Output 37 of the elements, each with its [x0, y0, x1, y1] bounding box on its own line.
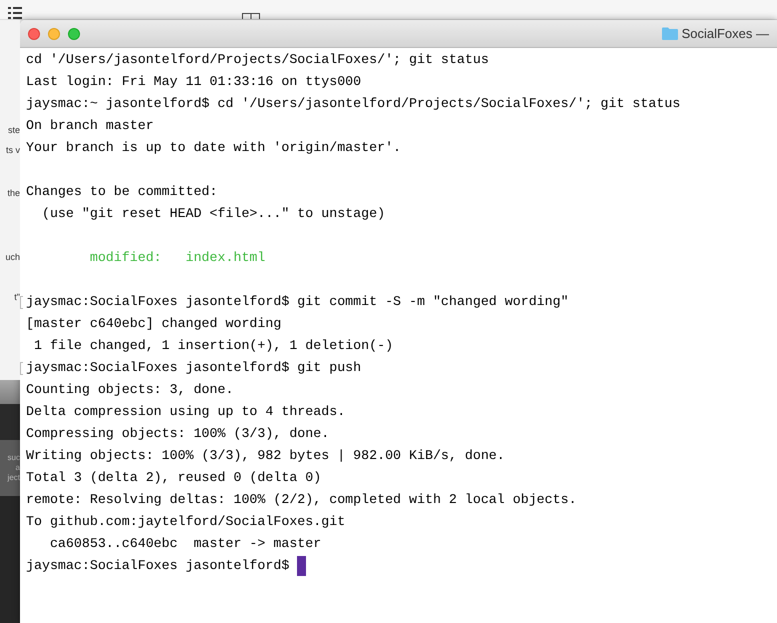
terminal-line: jaysmac:SocialFoxes jasontelford$ git push: [26, 360, 362, 375]
background-text: the: [7, 189, 20, 198]
close-button[interactable]: [28, 28, 40, 40]
terminal-line: Writing objects: 100% (3/3), 982 bytes | 982.00 KiB/s, done.: [26, 448, 505, 463]
window-title: SocialFoxes —: [682, 24, 769, 43]
terminal-prompt: jaysmac:SocialFoxes jasontelford$: [26, 557, 290, 575]
background-text: t": [14, 293, 20, 302]
terminal-line: 1 file changed, 1 insertion(+), 1 deletion(-): [32, 338, 394, 353]
folder-icon: [662, 27, 678, 40]
terminal-line: [master c640ebc] changed wording: [26, 316, 282, 331]
terminal-line: cd '/Users/jasontelford/Projects/SocialFoxes/'; git status: [26, 52, 489, 67]
terminal-line: Your branch is up to date with 'origin/master'.: [26, 140, 402, 155]
terminal-line: remote: Resolving deltas: 100% (2/2), completed with 2 local objects.: [26, 492, 577, 507]
terminal-line: jaysmac:SocialFoxes jasontelford$ git commit -S -m "changed wording": [26, 294, 569, 309]
terminal-line: (use "git reset HEAD <file>..." to unstage): [40, 206, 386, 221]
terminal-line: Compressing objects: 100% (3/3), done.: [26, 426, 330, 441]
background-text: ste: [8, 126, 20, 135]
terminal-line: Delta compression using up to 4 threads.: [26, 404, 346, 419]
terminal-line: jaysmac:~ jasontelford$ cd '/Users/jasontelford/Projects/SocialFoxes/'; git status: [26, 96, 680, 111]
cursor: [297, 556, 306, 576]
minimize-button[interactable]: [48, 28, 60, 40]
background-text: uch: [5, 253, 20, 262]
notification-text: ject: [8, 474, 20, 482]
notification-text: a: [16, 464, 20, 472]
terminal-line: Changes to be committed:: [26, 184, 218, 199]
list-icon: [8, 7, 22, 19]
terminal-line: Counting objects: 3, done.: [26, 382, 234, 397]
terminal-line: modified: index.html: [88, 250, 266, 265]
terminal-line: ca60853..c640ebc master -> master: [48, 536, 322, 551]
terminal-line: Last login: Fri May 11 01:33:16 on ttys000: [26, 74, 362, 89]
notification-text: suc: [8, 454, 20, 462]
zoom-button[interactable]: [68, 28, 80, 40]
terminal-line: On branch master: [26, 118, 154, 133]
terminal-line: Total 3 (delta 2), reused 0 (delta 0): [26, 470, 322, 485]
background-text: ts v: [6, 146, 20, 155]
grid-icon: [242, 13, 260, 19]
terminal-line: To github.com:jaytelford/SocialFoxes.git: [26, 514, 346, 529]
